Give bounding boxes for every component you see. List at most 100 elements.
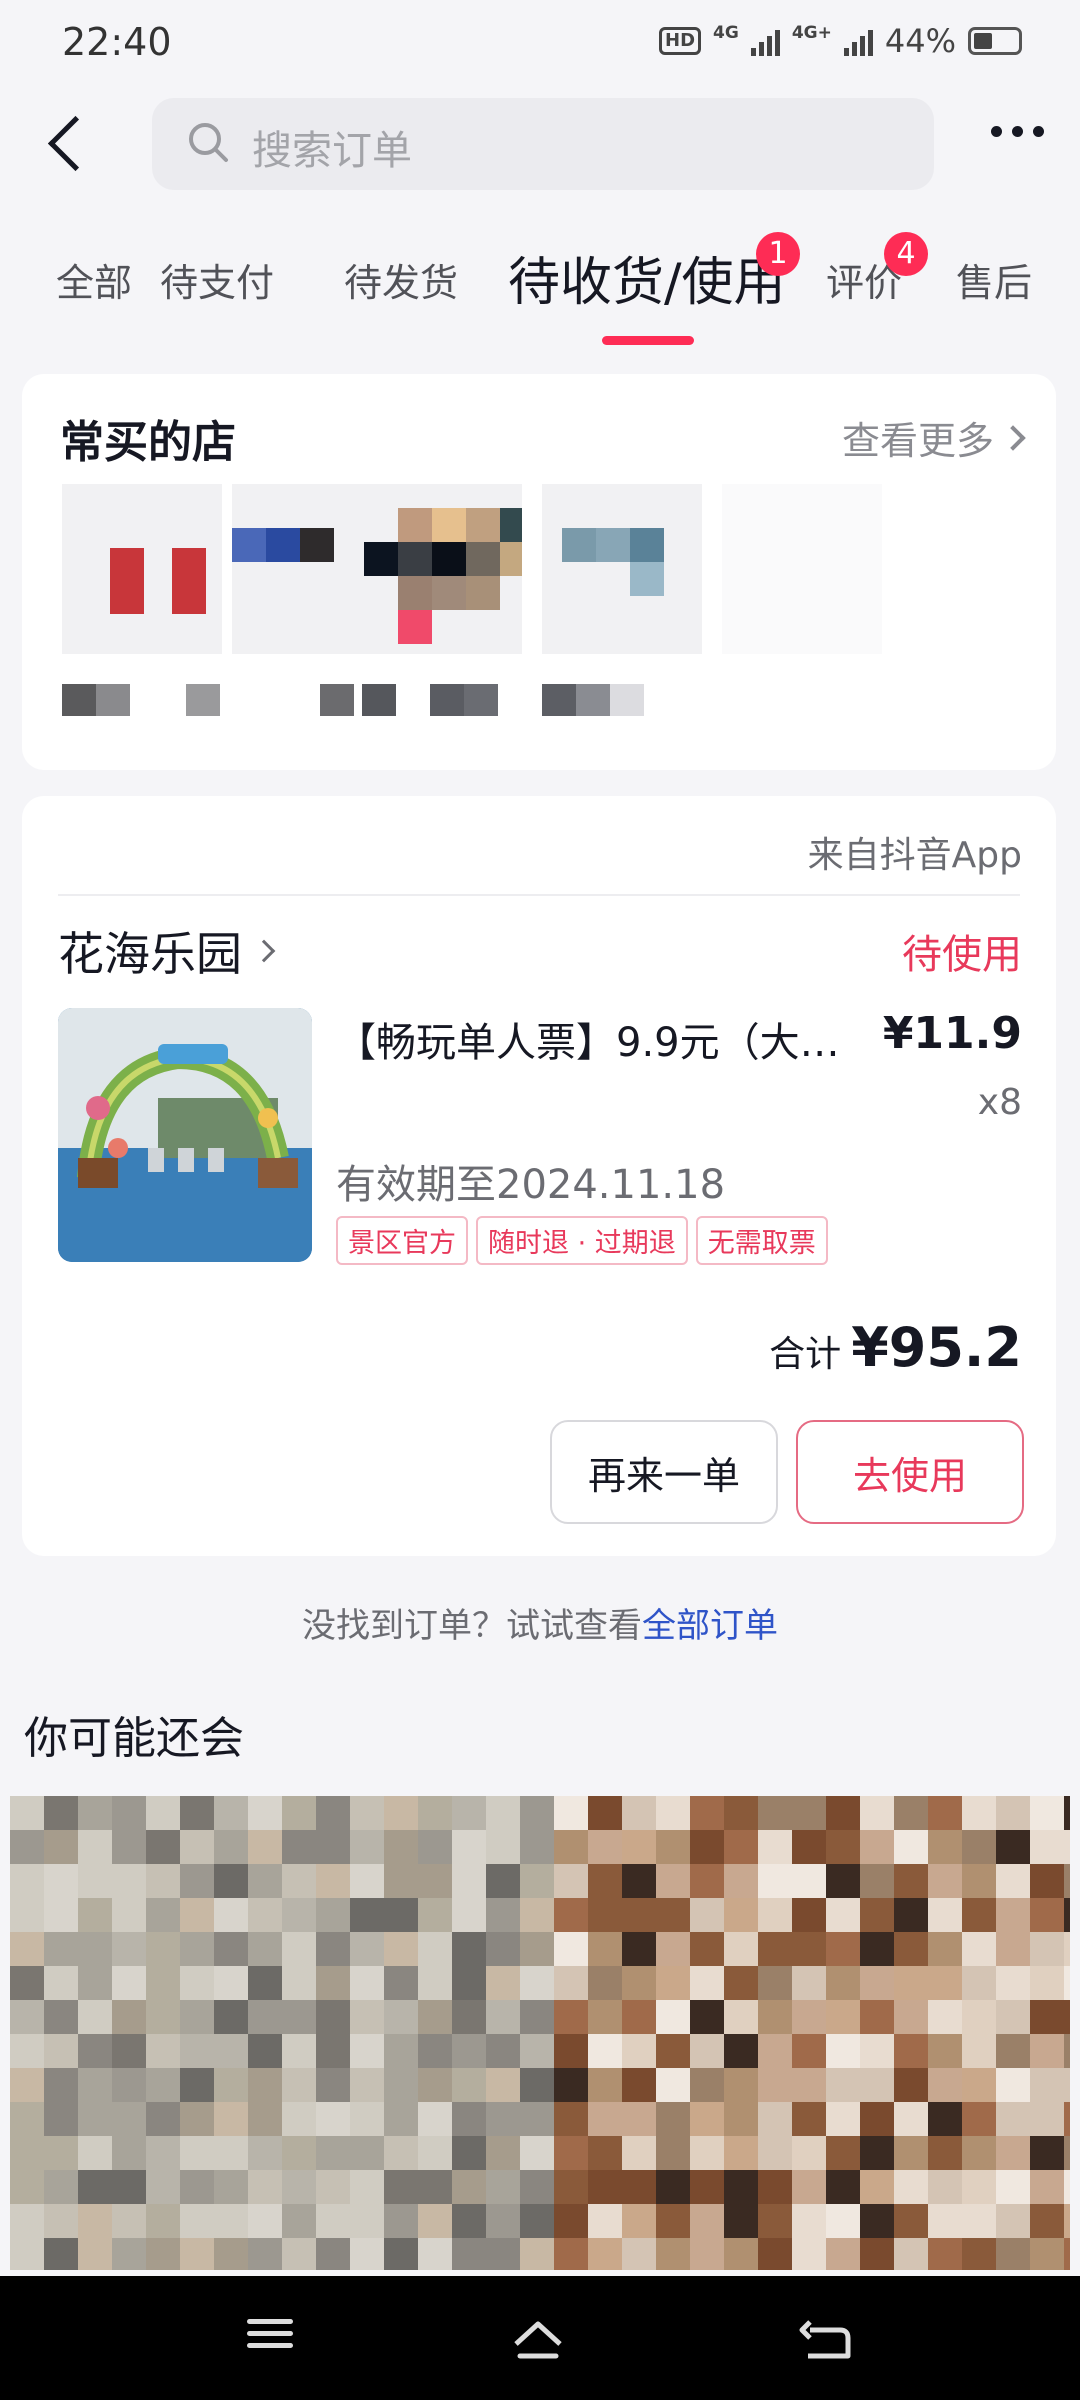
mosaic-cell — [554, 1864, 588, 1898]
mosaic-cell — [282, 2102, 316, 2136]
mosaic-cell — [724, 1966, 758, 2000]
mosaic-cell — [554, 1966, 588, 2000]
mosaic-cell — [350, 1898, 384, 1932]
mosaic-cell — [826, 1796, 860, 1830]
mosaic-cell — [180, 1796, 214, 1830]
mosaic-cell — [792, 2204, 826, 2238]
mosaic-cell — [1064, 1932, 1070, 1966]
mosaic-cell — [792, 2102, 826, 2136]
mosaic-cell — [44, 2034, 78, 2068]
mosaic-cell — [418, 2238, 452, 2270]
see-more-link[interactable]: 查看更多 — [842, 410, 1026, 465]
shop-item[interactable] — [702, 484, 902, 744]
mosaic-cell — [1030, 2102, 1064, 2136]
mosaic-cell — [520, 2136, 554, 2170]
store-link[interactable]: 花海乐园 — [58, 918, 276, 984]
mosaic-cell — [10, 2102, 44, 2136]
not-found-hint: 没找到订单？试试查看全部订单 — [0, 1598, 1080, 1647]
mosaic-cell — [1030, 2068, 1064, 2102]
tab-pending-shipment[interactable]: 待发货 — [344, 252, 458, 307]
shop-item[interactable] — [522, 484, 722, 744]
back-button[interactable] — [36, 110, 96, 180]
mosaic-cell — [928, 1830, 962, 1864]
mosaic-cell — [146, 1796, 180, 1830]
back-nav-icon[interactable] — [796, 2312, 856, 2372]
tab-after-sales[interactable]: 售后 — [956, 252, 1032, 307]
mosaic-cell — [656, 1864, 690, 1898]
mosaic-cell — [486, 2000, 520, 2034]
mosaic-cell — [758, 2204, 792, 2238]
mosaic-cell — [588, 2068, 622, 2102]
mosaic-cell — [724, 1864, 758, 1898]
mosaic-cell — [724, 1932, 758, 1966]
mosaic-cell — [1064, 2238, 1070, 2270]
mosaic-cell — [860, 2102, 894, 2136]
mosaic-cell — [656, 2238, 690, 2270]
menu-button[interactable] — [240, 2312, 300, 2372]
mosaic-cell — [214, 2170, 248, 2204]
reorder-button[interactable]: 再来一单 — [550, 1420, 778, 1524]
mosaic-cell — [826, 2170, 860, 2204]
tab-pending-receipt[interactable]: 待收货/使用 — [508, 240, 786, 315]
mosaic-cell — [44, 1966, 78, 2000]
mosaic-cell — [554, 2238, 588, 2270]
tab-all[interactable]: 全部 — [56, 252, 132, 307]
product-title[interactable]: 【畅玩单人票】9.9元（大… — [336, 1010, 856, 1068]
chevron-right-icon — [1000, 424, 1026, 451]
mosaic-cell — [860, 1796, 894, 1830]
mosaic-cell — [44, 2102, 78, 2136]
mosaic-cell — [350, 1796, 384, 1830]
store-name: 花海乐园 — [58, 927, 242, 981]
mosaic-cell — [78, 2136, 112, 2170]
mosaic-cell — [554, 1796, 588, 1830]
mosaic-cell — [10, 1864, 44, 1898]
mosaic-cell — [996, 1966, 1030, 2000]
mosaic-cell — [486, 2238, 520, 2270]
mosaic-cell — [792, 1966, 826, 2000]
mosaic-cell — [622, 2000, 656, 2034]
mosaic-cell — [588, 2204, 622, 2238]
mosaic-cell — [724, 2034, 758, 2068]
mosaic-cell — [180, 1966, 214, 2000]
mosaic-cell — [384, 1864, 418, 1898]
tab-pending-payment[interactable]: 待支付 — [160, 252, 274, 307]
mosaic-cell — [860, 1898, 894, 1932]
mosaic-cell — [418, 1966, 452, 2000]
mosaic-cell — [146, 2136, 180, 2170]
mosaic-cell — [928, 2102, 962, 2136]
mosaic-cell — [44, 2204, 78, 2238]
mosaic-cell — [282, 2238, 316, 2270]
home-icon[interactable] — [508, 2312, 568, 2372]
tab-badge-pending-receipt: 1 — [756, 232, 800, 276]
product-thumbnail[interactable] — [58, 1008, 312, 1262]
mosaic-cell — [112, 2238, 146, 2270]
search-input[interactable]: 搜索订单 — [152, 98, 934, 190]
mosaic-cell — [78, 2170, 112, 2204]
mosaic-cell — [418, 2136, 452, 2170]
mosaic-cell — [962, 2204, 996, 2238]
mosaic-cell — [78, 1966, 112, 2000]
mosaic-cell — [44, 2000, 78, 2034]
all-orders-link[interactable]: 全部订单 — [642, 1606, 778, 1646]
mosaic-cell — [724, 2238, 758, 2270]
product-image — [58, 1008, 312, 1262]
mosaic-cell — [282, 1830, 316, 1864]
shop-item[interactable] — [342, 484, 542, 744]
more-options-button[interactable] — [991, 126, 1044, 137]
mosaic-cell — [78, 2102, 112, 2136]
mosaic-cell — [860, 1830, 894, 1864]
use-button[interactable]: 去使用 — [796, 1420, 1024, 1524]
mosaic-cell — [316, 2102, 350, 2136]
mosaic-cell — [248, 2238, 282, 2270]
recommend-grid-pixelated[interactable] — [10, 1796, 1070, 2270]
mosaic-cell — [146, 2068, 180, 2102]
mosaic-cell — [180, 1864, 214, 1898]
mosaic-cell — [588, 1898, 622, 1932]
more-dot-icon — [1033, 126, 1044, 137]
mosaic-cell — [112, 2170, 146, 2204]
mosaic-cell — [1064, 2068, 1070, 2102]
mosaic-cell — [78, 2204, 112, 2238]
mosaic-cell — [656, 1898, 690, 1932]
mosaic-cell — [724, 2204, 758, 2238]
mosaic-cell — [78, 1898, 112, 1932]
